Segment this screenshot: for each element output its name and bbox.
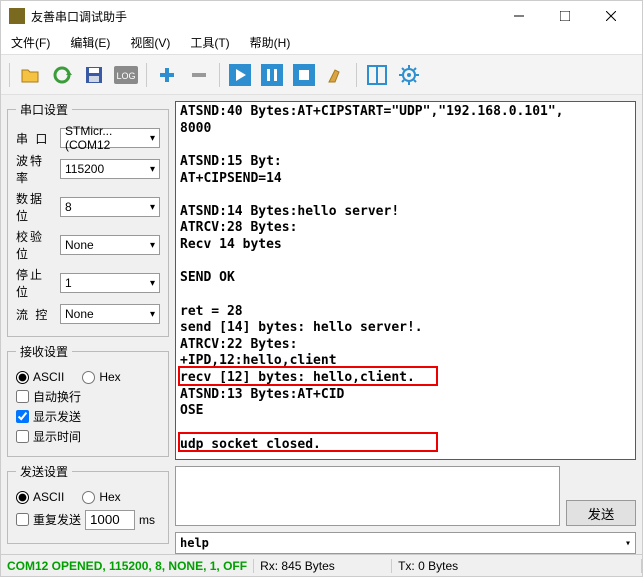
flow-select[interactable]: None — [60, 304, 160, 324]
repeat-interval-input[interactable] — [85, 510, 135, 530]
receive-textarea[interactable]: ATSND:40 Bytes:AT+CIPSTART="UDP","192.16… — [175, 101, 636, 460]
serial-legend: 串口设置 — [16, 101, 72, 118]
send-legend: 发送设置 — [16, 463, 72, 480]
parity-select[interactable]: None — [60, 235, 160, 255]
stopbits-label: 停止位 — [16, 266, 56, 300]
send-settings-group: 发送设置 ASCII Hex 重复发送 ms — [7, 463, 169, 544]
menu-tools[interactable]: 工具(T) — [184, 32, 235, 53]
menu-edit[interactable]: 编辑(E) — [64, 32, 116, 53]
send-textarea[interactable] — [175, 466, 560, 526]
window-icon[interactable] — [363, 61, 391, 89]
pause-icon[interactable] — [258, 61, 286, 89]
clear-icon[interactable] — [322, 61, 350, 89]
recv-hex-radio[interactable]: Hex — [82, 370, 120, 384]
minimize-button[interactable] — [496, 1, 542, 31]
port-label: 串 口 — [16, 130, 56, 147]
separator — [9, 63, 10, 87]
svg-text:LOG: LOG — [116, 71, 135, 81]
menu-help[interactable]: 帮助(H) — [244, 32, 297, 53]
menu-view[interactable]: 视图(V) — [124, 32, 176, 53]
repeat-send-checkbox[interactable]: 重复发送 — [16, 511, 81, 528]
send-ascii-radio[interactable]: ASCII — [16, 490, 64, 504]
status-rx: Rx: 845 Bytes — [254, 559, 392, 573]
separator — [219, 63, 220, 87]
window-title: 友善串口调试助手 — [31, 8, 496, 25]
highlight-box — [178, 366, 438, 386]
parity-label: 校验位 — [16, 228, 56, 262]
stopbits-select[interactable]: 1 — [60, 273, 160, 293]
maximize-button[interactable] — [542, 1, 588, 31]
highlight-box — [178, 432, 438, 452]
show-time-checkbox[interactable]: 显示时间 — [16, 428, 160, 445]
status-tx: Tx: 0 Bytes — [392, 559, 642, 573]
flow-label: 流 控 — [16, 306, 56, 323]
recv-ascii-radio[interactable]: ASCII — [16, 370, 64, 384]
databits-label: 数据位 — [16, 190, 56, 224]
close-button[interactable] — [588, 1, 634, 31]
separator — [146, 63, 147, 87]
send-button[interactable]: 发送 — [566, 500, 636, 526]
ms-label: ms — [139, 513, 155, 527]
baud-label: 波特率 — [16, 152, 56, 186]
app-icon — [9, 8, 25, 24]
port-select[interactable]: STMicr...(COM12 — [60, 128, 160, 148]
serial-settings-group: 串口设置 串 口STMicr...(COM12 波特率115200 数据位8 校… — [7, 101, 169, 337]
log-icon[interactable]: LOG — [112, 61, 140, 89]
refresh-icon[interactable] — [48, 61, 76, 89]
play-icon[interactable] — [226, 61, 254, 89]
separator — [356, 63, 357, 87]
auto-wrap-checkbox[interactable]: 自动换行 — [16, 388, 160, 405]
baud-select[interactable]: 115200 — [60, 159, 160, 179]
menu-file[interactable]: 文件(F) — [5, 32, 56, 53]
send-hex-radio[interactable]: Hex — [82, 490, 120, 504]
gear-icon[interactable] — [395, 61, 423, 89]
status-connection: COM12 OPENED, 115200, 8, NONE, 1, OFF — [1, 559, 254, 573]
stop-icon[interactable] — [290, 61, 318, 89]
help-combo[interactable]: help — [175, 532, 636, 554]
recv-legend: 接收设置 — [16, 343, 72, 360]
databits-select[interactable]: 8 — [60, 197, 160, 217]
remove-icon[interactable] — [185, 61, 213, 89]
open-folder-icon[interactable] — [16, 61, 44, 89]
recv-settings-group: 接收设置 ASCII Hex 自动换行 显示发送 显示时间 — [7, 343, 169, 457]
save-icon[interactable] — [80, 61, 108, 89]
show-send-checkbox[interactable]: 显示发送 — [16, 408, 160, 425]
add-icon[interactable] — [153, 61, 181, 89]
